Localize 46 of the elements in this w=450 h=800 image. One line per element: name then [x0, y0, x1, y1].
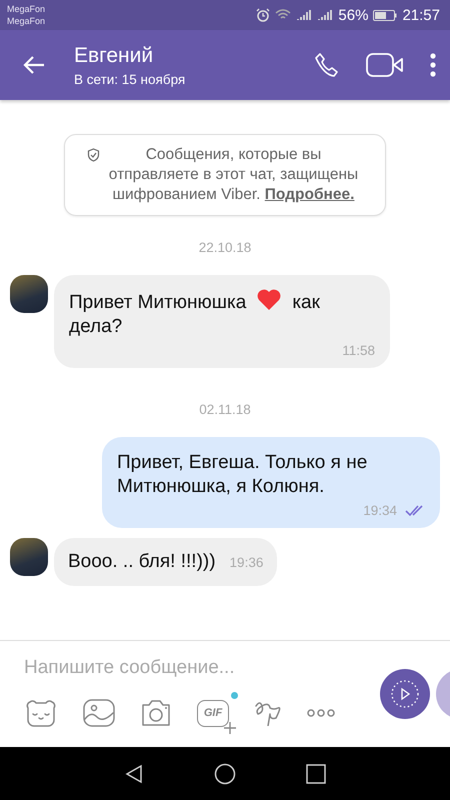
phone-call-button[interactable] — [314, 52, 340, 78]
battery-percent: 56% — [338, 6, 368, 24]
recents-nav-button[interactable] — [306, 764, 326, 784]
avatar-photo — [10, 538, 48, 576]
camera-icon — [140, 699, 172, 727]
message-text: Привет Митюнюшка как дела? — [69, 289, 375, 339]
avatar-photo — [10, 275, 48, 313]
doodle-button[interactable] — [254, 700, 282, 726]
bear-face-icon — [24, 698, 58, 728]
signal-icon — [317, 9, 334, 21]
gif-button[interactable]: GIF — [197, 700, 229, 726]
camera-button[interactable] — [140, 699, 172, 727]
alarm-clock-icon — [256, 8, 270, 22]
carrier-name: MegaFon — [7, 3, 46, 15]
back-nav-button[interactable] — [124, 764, 144, 784]
play-circle-icon — [390, 679, 420, 709]
video-message-button[interactable] — [380, 669, 430, 719]
message-text: Вооо. .. бля! !!!))) — [68, 550, 216, 574]
learn-more-link[interactable]: Подробнее. — [264, 186, 354, 203]
message-time: 19:36 — [230, 554, 264, 570]
sticker-button[interactable] — [24, 698, 58, 728]
date-separator: 02.11.18 — [199, 402, 251, 417]
more-dots-icon — [307, 709, 335, 717]
contact-name: Евгений — [74, 44, 154, 68]
home-nav-button[interactable] — [214, 762, 236, 784]
message-time: 19:34 — [363, 503, 397, 518]
shield-check-icon — [87, 148, 100, 162]
back-button[interactable] — [22, 55, 46, 75]
message-time: 11:58 — [342, 343, 375, 358]
more-options-button[interactable] — [430, 53, 436, 77]
plus-icon — [223, 720, 237, 734]
heart-icon — [256, 289, 282, 311]
battery-icon — [373, 10, 398, 20]
encryption-text: Сообщения, которые вы отправляете в этот чат, защищены шифрованием Viber. Подробнее. — [108, 145, 360, 205]
message-text: Привет, Евгеша. Только я не Митюнюшка, я Колюня. — [117, 451, 368, 499]
last-seen-status: В сети: 15 ноября — [74, 72, 186, 86]
video-call-button[interactable] — [366, 52, 404, 78]
carrier-name: MegaFon — [7, 15, 46, 27]
gallery-button[interactable] — [83, 699, 115, 727]
signal-icon — [296, 9, 312, 21]
wifi-icon — [275, 9, 292, 21]
image-icon — [83, 699, 115, 727]
clock-time: 21:57 — [402, 6, 440, 24]
date-separator: 22.10.18 — [198, 240, 252, 255]
doodle-icon — [254, 700, 282, 726]
more-button[interactable] — [307, 709, 335, 717]
